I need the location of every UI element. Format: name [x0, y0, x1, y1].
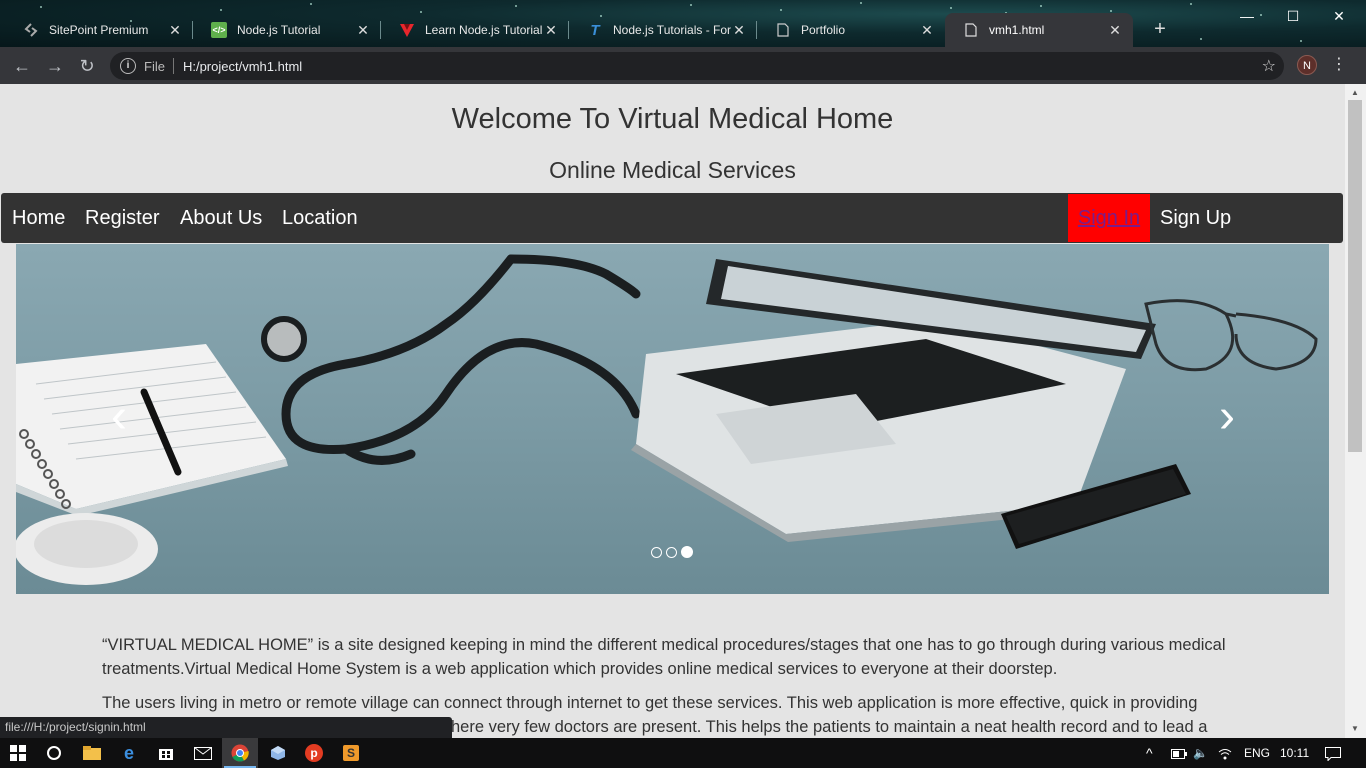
glasses-illustration: [1144, 299, 1318, 372]
tab-nodejs-tutorials-for[interactable]: T Node.js Tutorials - For ✕: [569, 13, 757, 47]
carousel-dot-3[interactable]: [681, 546, 693, 558]
info-icon[interactable]: i: [120, 58, 136, 74]
page-scrollbar[interactable]: ▲ ▼: [1345, 84, 1366, 738]
tab-title: Node.js Tutorials - For: [613, 23, 731, 37]
cortana-icon[interactable]: [36, 738, 72, 768]
wifi-icon[interactable]: [1218, 738, 1232, 768]
scroll-down-icon[interactable]: ▼: [1351, 724, 1359, 733]
carousel-slide-image: [16, 254, 1318, 585]
carousel-next-button[interactable]: ›: [1212, 393, 1242, 444]
close-icon[interactable]: ✕: [1107, 22, 1123, 39]
tab-title: vmh1.html: [989, 23, 1045, 37]
tab-portfolio[interactable]: Portfolio ✕: [757, 13, 945, 47]
speaker-muted-icon[interactable]: 🔈: [1193, 738, 1208, 768]
forward-button[interactable]: →: [42, 53, 68, 79]
page-subtitle: Online Medical Services: [549, 157, 796, 183]
mail-icon[interactable]: [185, 738, 221, 768]
url-text: H:/project/vmh1.html: [182, 58, 303, 74]
page-icon: [775, 22, 791, 38]
close-icon[interactable]: ✕: [167, 22, 183, 39]
nav-location[interactable]: Location: [282, 193, 358, 243]
clock[interactable]: 10:11: [1280, 738, 1309, 768]
carousel-indicators: [651, 546, 693, 558]
battery-icon[interactable]: [1171, 738, 1187, 768]
url-scheme: File: [144, 58, 165, 74]
postman-like-icon[interactable]: p: [296, 738, 332, 768]
scrollbar-thumb[interactable]: [1348, 100, 1362, 452]
tab-title: SitePoint Premium: [49, 23, 149, 37]
maximize-button[interactable]: ☐: [1270, 4, 1316, 28]
bookmark-star-icon[interactable]: ☆: [1262, 56, 1276, 76]
nav-home[interactable]: Home: [12, 193, 65, 243]
address-bar[interactable]: i File H:/project/vmh1.html ☆: [110, 52, 1284, 80]
back-button[interactable]: ←: [9, 53, 35, 79]
tab-title: Portfolio: [801, 23, 846, 37]
close-icon[interactable]: ✕: [543, 22, 559, 39]
chrome-icon[interactable]: [222, 738, 258, 768]
tab-sitepoint[interactable]: SitePoint Premium ✕: [5, 13, 193, 47]
menu-icon[interactable]: ⋮: [1331, 54, 1347, 76]
language-indicator[interactable]: ENG: [1244, 738, 1270, 768]
carousel-dot-1[interactable]: [651, 546, 662, 558]
browser-toolbar: ← → ↻ i File H:/project/vmh1.html ☆: [0, 47, 1366, 84]
profile-avatar[interactable]: N: [1297, 55, 1317, 75]
carousel-prev-button[interactable]: ‹: [104, 393, 134, 444]
close-icon[interactable]: ✕: [919, 22, 935, 39]
close-window-button[interactable]: ✕: [1316, 4, 1362, 28]
edge-icon[interactable]: e: [111, 738, 147, 768]
page-viewport: Welcome To Virtual Medical Home Online M…: [0, 84, 1345, 738]
sublime-text-icon[interactable]: S: [333, 738, 369, 768]
feather-icon: T: [590, 21, 600, 39]
minimize-button[interactable]: —: [1224, 4, 1270, 28]
link-status-bubble: file:///H:/project/signin.html: [0, 717, 452, 738]
store-icon[interactable]: [148, 738, 184, 768]
vue-like-icon: [399, 22, 415, 38]
reload-button[interactable]: ↻: [74, 53, 100, 79]
tray-chevron-icon[interactable]: ^: [1146, 738, 1153, 768]
nav-register[interactable]: Register: [85, 193, 159, 243]
nav-about-us[interactable]: About Us: [180, 193, 262, 243]
virtualbox-icon[interactable]: [260, 738, 296, 768]
windows-taskbar: e p S ^ 🔈 ENG 10:11: [0, 738, 1366, 768]
stethoscope-illustration: [281, 254, 641, 465]
windows-start-icon[interactable]: [0, 738, 36, 768]
tab-title: Learn Node.js Tutorial: [425, 23, 543, 37]
carousel-dot-2[interactable]: [666, 546, 677, 558]
divider: [172, 58, 174, 74]
paragraph-2-line-1: The users living in metro or remote vill…: [102, 694, 1198, 712]
image-carousel: ‹ ›: [16, 244, 1329, 594]
page-icon: [963, 22, 979, 38]
file-explorer-icon[interactable]: [74, 738, 110, 768]
notebook-illustration: [16, 344, 288, 516]
browser-tab-strip: SitePoint Premium ✕ </> Node.js Tutorial…: [0, 0, 1366, 47]
nav-sign-up[interactable]: Sign Up: [1160, 193, 1231, 243]
close-icon[interactable]: ✕: [355, 22, 371, 39]
site-navbar: Home Register About Us Location Sign In …: [1, 193, 1343, 243]
tab-title: Node.js Tutorial: [237, 23, 321, 37]
close-icon[interactable]: ✕: [731, 22, 747, 39]
notifications-icon[interactable]: [1325, 738, 1341, 768]
intro-paragraph-1: “VIRTUAL MEDICAL HOME” is a site designe…: [102, 636, 1226, 678]
scroll-up-icon[interactable]: ▲: [1351, 88, 1359, 97]
nodejs-icon: </>: [211, 22, 227, 38]
nav-sign-in[interactable]: Sign In: [1068, 194, 1150, 242]
new-tab-button[interactable]: +: [1150, 18, 1170, 41]
page-title: Welcome To Virtual Medical Home: [451, 103, 894, 135]
tab-nodejs-tutorial[interactable]: </> Node.js Tutorial ✕: [193, 13, 381, 47]
tab-vmh1[interactable]: vmh1.html ✕: [945, 13, 1133, 47]
sitepoint-icon: [23, 22, 39, 38]
tab-learn-nodejs[interactable]: Learn Node.js Tutorial ✕: [381, 13, 569, 47]
